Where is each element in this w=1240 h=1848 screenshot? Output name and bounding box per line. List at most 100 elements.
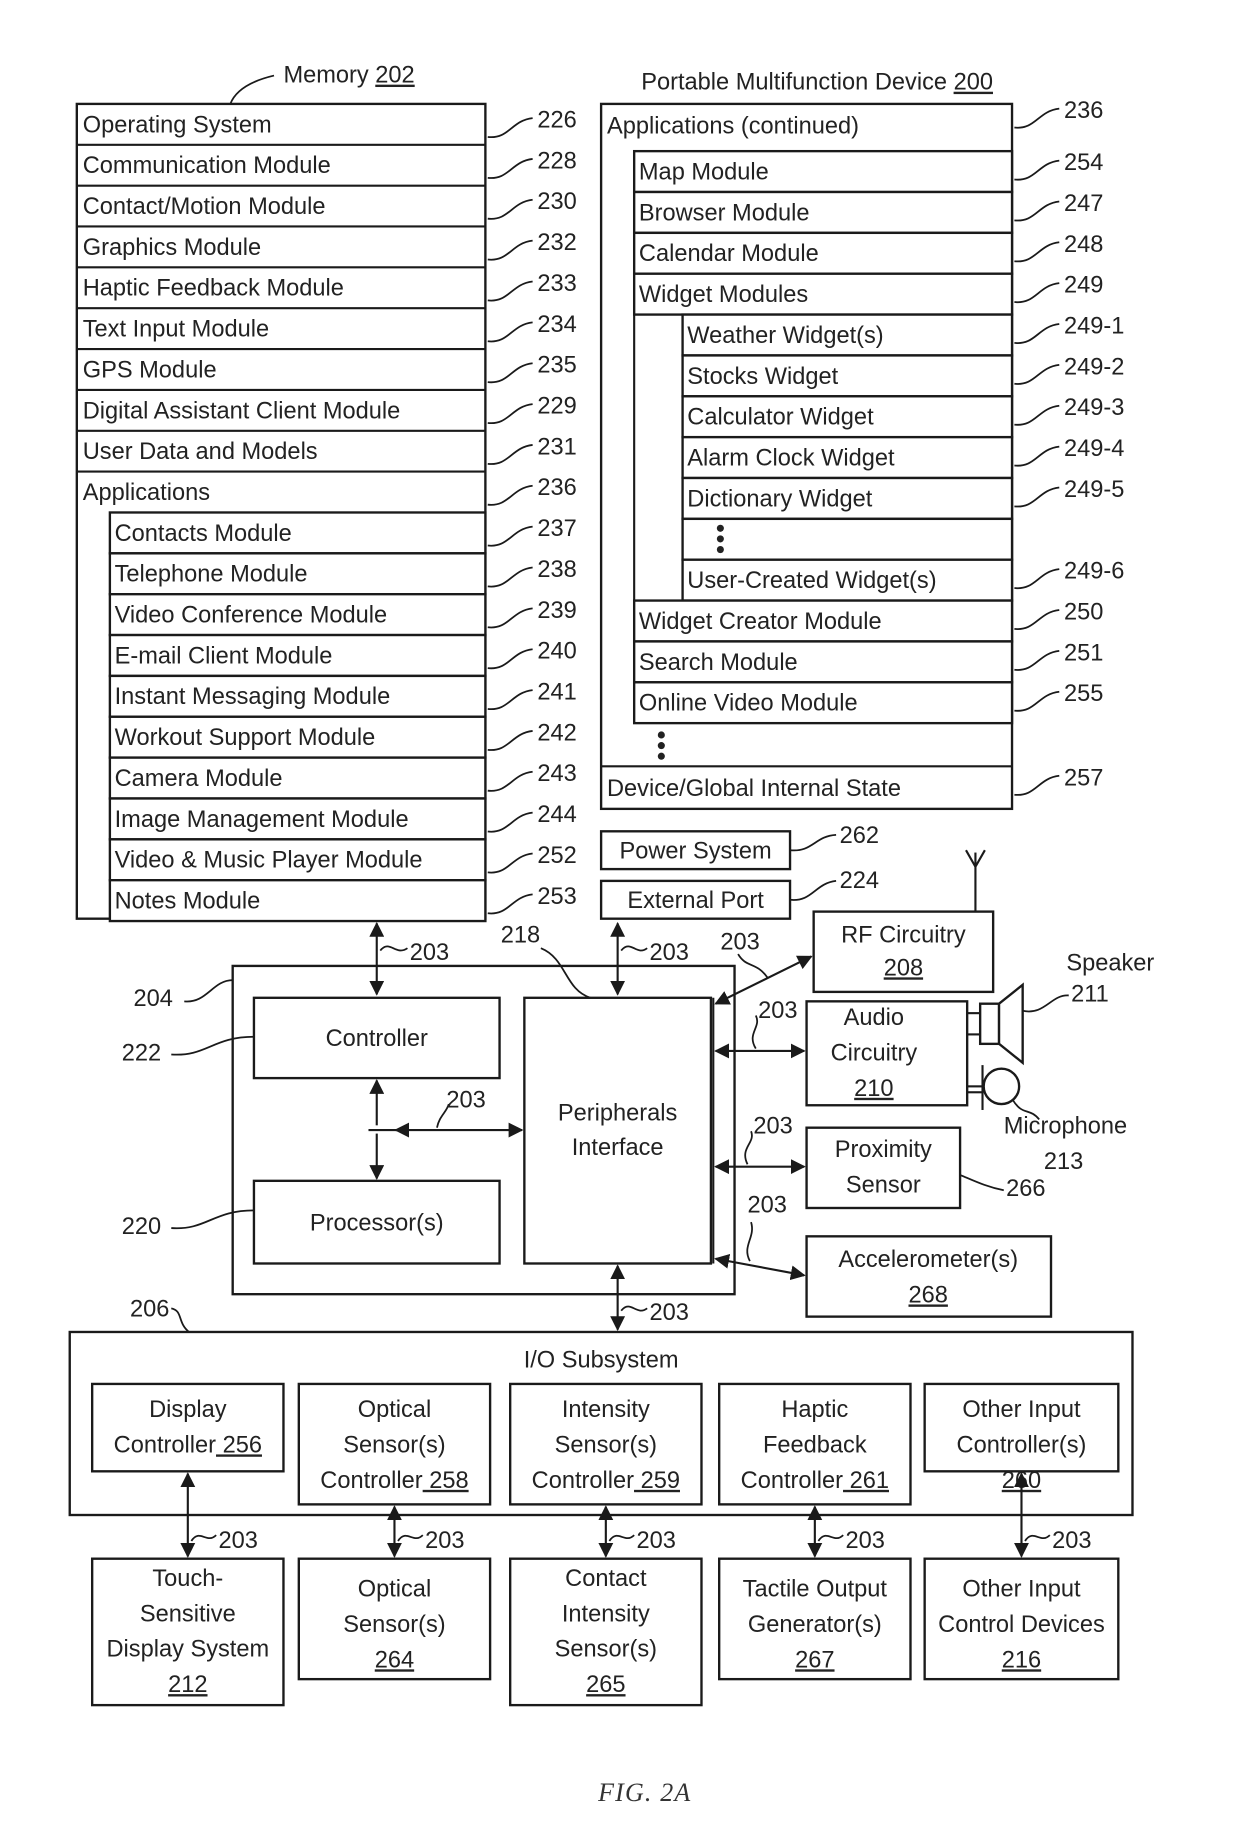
device-apps-header-leader [1014,107,1060,129]
memory-row-label: Applications [83,480,210,506]
device-app-ref: 255 [1064,681,1103,707]
memory-app-label: Image Management Module [115,807,409,833]
io-controller-label: Other Input [962,1397,1081,1423]
memory-app-leader [487,770,533,792]
io-device-bus-ref: 203 [637,1528,676,1554]
memory-app-ref: 253 [537,884,576,910]
widget-label: Stocks Widget [687,364,838,390]
memory-row-leader [487,362,533,384]
memory-app-ref: 238 [537,557,576,583]
io-device-bus-leader [608,1534,635,1542]
device-app-ref: 251 [1064,640,1103,666]
proximity-label-2: Sensor [846,1173,921,1199]
peripherals-interface-box [523,996,713,1265]
io-device-label: Control Devices [938,1612,1105,1638]
device-app-leader [1014,690,1060,712]
power-leader [789,833,837,852]
io-device-ref: 212 [168,1672,207,1698]
rf-bus-ref: 203 [720,929,759,955]
memory-app-label: Contacts Module [115,521,292,547]
memory-app-label: E-mail Client Module [115,643,333,669]
memory-app-ref: 252 [537,843,576,869]
device-block: Portable Multifunction Device 200 Applic… [599,70,1124,811]
device-app-label: Online Video Module [639,691,858,717]
widget-label: Weather Widget(s) [687,323,883,349]
io-device-label: Sensor(s) [555,1637,657,1663]
io-bus-ref: 203 [650,1300,689,1326]
device-app-leader [1014,649,1060,671]
memory-bus-ref: 203 [410,940,449,966]
widget-label: Calculator Widget [687,405,874,431]
io-device-label: Sensor(s) [343,1612,445,1638]
ellipsis-dot [657,752,665,760]
audio-label-2: Circuitry [831,1040,918,1066]
audio-ref: 210 [854,1076,893,1102]
memory-row-ref: 226 [537,108,576,134]
device-app-label: Search Module [639,650,798,676]
peripherals-ref: 218 [501,922,540,948]
io-device-bus-leader [1024,1534,1051,1542]
widget-ref: 249-3 [1064,395,1124,421]
peripherals-label-2: Interface [572,1135,664,1161]
io-controller-label: Intensity [562,1397,650,1423]
port-ref: 224 [840,868,879,894]
memory-row-label: User Data and Models [83,439,318,465]
device-app-ref: 248 [1064,232,1103,258]
memory-row-ref: 228 [537,148,576,174]
device-state-ref: 257 [1064,765,1103,791]
accelerometer-label: Accelerometer(s) [838,1247,1018,1273]
memory-row-leader [487,117,533,138]
proximity-leader [959,1174,1004,1192]
io-device-ref: 267 [795,1647,834,1673]
device-app-label: Browser Module [639,200,810,226]
memory-row-ref: 236 [537,475,576,501]
device-app-leader [1014,159,1060,181]
io-controller-label: Feedback [763,1432,867,1458]
device-app-ref: 247 [1064,191,1103,217]
power-ref: 262 [840,823,879,849]
io-device-ref: 264 [375,1647,414,1673]
memory-app-ref: 242 [537,720,576,746]
memory-row-leader [487,444,533,465]
figure-caption: FIG. 2A [597,1778,691,1807]
io-device-label: Tactile Output [743,1576,888,1602]
device-app-ref: 249 [1064,273,1103,299]
processor-label: Processor(s) [310,1210,444,1236]
io-device-bus-ref: 203 [846,1528,885,1554]
widget-leader [1014,568,1060,589]
widget-label: Alarm Clock Widget [687,445,895,471]
memory-app-label: Camera Module [115,766,283,792]
ellipsis-dot [716,535,724,543]
proximity-ref: 266 [1006,1176,1045,1202]
io-subsystem-leader [171,1307,190,1333]
device-title: Portable Multifunction Device 200 [641,70,993,96]
io-subsystem-block: I/O Subsystem 206 DisplayController 2562… [68,1297,1134,1707]
memory-row-label: Text Input Module [83,317,269,343]
memory-app-leader [487,852,533,874]
memory-app-leader [487,525,533,547]
widget-ref: 249-6 [1064,559,1124,585]
widget-leader [1014,445,1060,467]
power-system-label: Power System [619,838,771,864]
memory-app-leader [487,730,533,751]
io-controller-ref: 258 [423,1468,469,1494]
memory-row-label: GPS Module [83,357,217,383]
audio-label-1: Audio [844,1005,904,1031]
io-controller-label: Optical [358,1397,431,1423]
memory-row-label: Operating System [83,112,272,138]
widget-ref: 249-2 [1064,354,1124,380]
io-device-ref: 265 [586,1672,625,1698]
proximity-bus-ref: 203 [753,1114,792,1140]
device-apps-header: Applications (continued) [607,113,859,139]
block-diagram: Memory 202 Operating System 226 Communicat… [68,63,1154,1807]
memory-app-label: Instant Messaging Module [115,684,391,710]
memory-row-leader [487,280,533,302]
device-apps-header-ref: 236 [1064,98,1103,124]
device-app-label: Map Module [639,159,769,185]
ellipsis-dot [657,742,665,750]
accelerometer-block: Accelerometer(s) 268 203 [714,1193,1053,1318]
memory-app-leader [487,893,533,915]
speaker-ref: 211 [1071,981,1109,1007]
peripherals-label-1: Peripherals [558,1101,677,1127]
io-controller-label: Sensor(s) [343,1432,445,1458]
